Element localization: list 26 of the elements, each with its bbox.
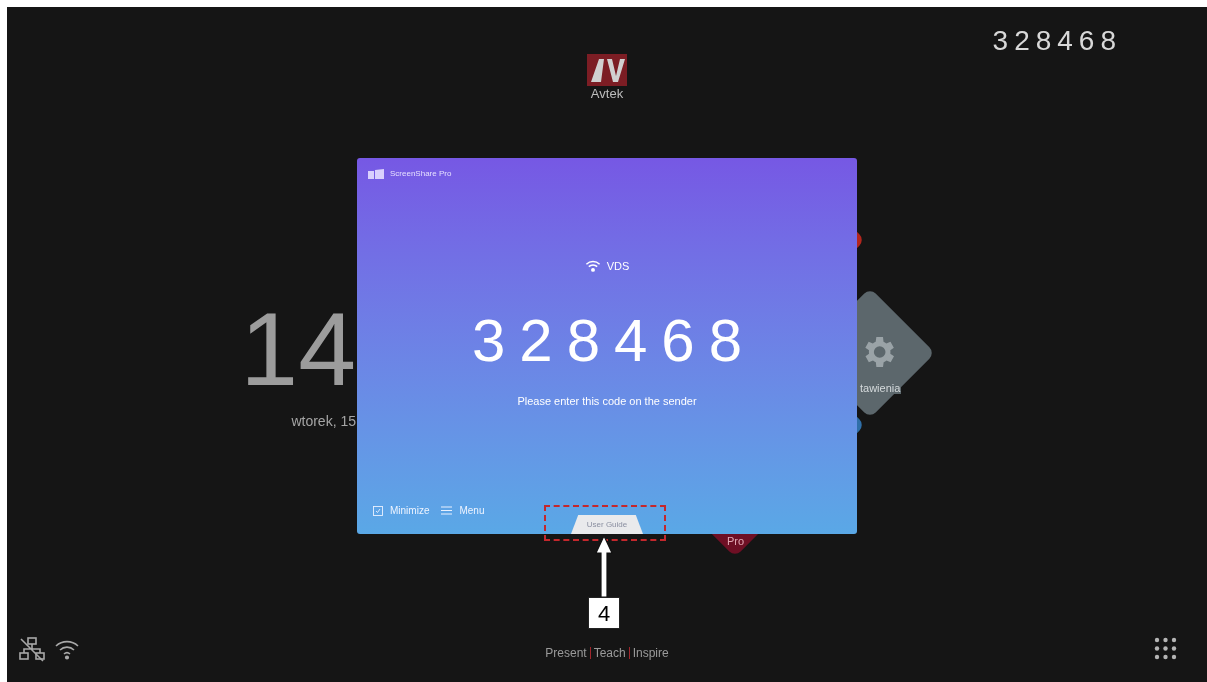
clock-date: wtorek, 15 bbox=[291, 412, 356, 431]
tile-label: tawienia bbox=[859, 383, 902, 394]
minimize-icon bbox=[373, 505, 383, 516]
pairing-code: 328468 bbox=[470, 310, 757, 371]
pairing-code: 328468 bbox=[992, 24, 1122, 58]
pointer-arrow bbox=[594, 535, 614, 598]
menu-icon bbox=[441, 506, 453, 515]
minimize-button[interactable]: Minimize bbox=[373, 503, 430, 518]
tile-label: Pro bbox=[727, 536, 745, 547]
wifi-icon bbox=[584, 260, 601, 273]
network-name: VDS bbox=[606, 259, 630, 274]
instruction-text: Please enter this code on the sender bbox=[517, 393, 697, 409]
callout-number: 4 bbox=[588, 597, 620, 629]
clock-time: 14 bbox=[240, 297, 356, 401]
apps-grid-icon[interactable] bbox=[1154, 637, 1177, 660]
logo-icon bbox=[587, 54, 627, 86]
menu-button[interactable]: Menu bbox=[441, 503, 485, 518]
slogan-word: Inspire bbox=[632, 645, 669, 662]
wifi-icon bbox=[54, 638, 80, 660]
slogan-word: Present bbox=[545, 645, 587, 662]
app-logo-icon bbox=[368, 169, 384, 179]
user-guide-tab[interactable]: User Guide bbox=[571, 515, 643, 534]
slogan-word: Teach bbox=[593, 645, 626, 662]
network-disconnected-icon bbox=[18, 636, 46, 662]
dialog-title: ScreenShare Pro bbox=[390, 168, 452, 180]
logo-text: Avtek bbox=[590, 86, 624, 103]
